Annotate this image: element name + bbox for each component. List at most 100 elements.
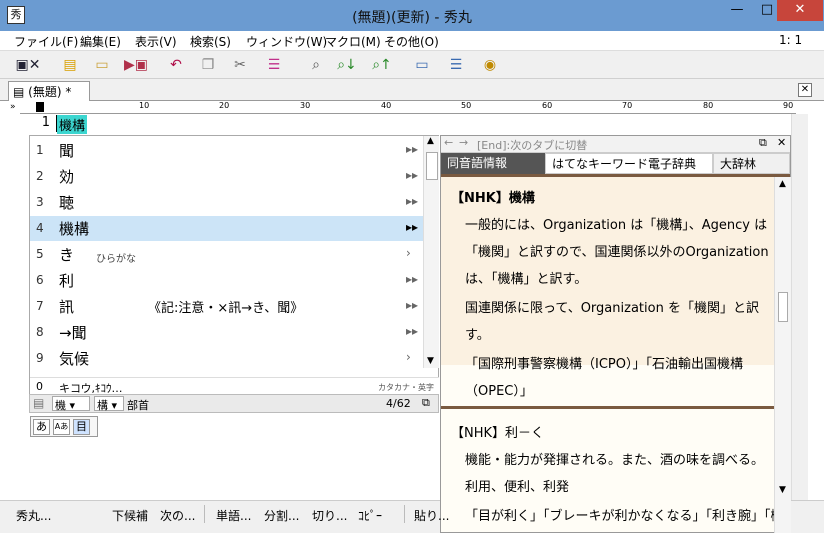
- entry-text-line: 「国際刑事警察機構（ICPO）」「石油輸出国機構: [465, 357, 743, 372]
- candidate-scroll-thumb[interactable]: [426, 152, 438, 180]
- candidate-row[interactable]: 3 聴 ▸▸: [30, 190, 424, 215]
- radical-button[interactable]: 部首: [127, 397, 149, 413]
- menu-window[interactable]: ウィンドウ(W): [246, 33, 327, 50]
- tab-daijirin[interactable]: 大辞林: [713, 153, 790, 174]
- fkey-next-candidate[interactable]: 下候補: [112, 507, 148, 524]
- fkey-hidemaru[interactable]: 秀丸...: [16, 507, 51, 524]
- candidate-row[interactable]: 1 聞 ▸▸: [30, 138, 424, 163]
- candidate-row[interactable]: 8 →聞 ▸▸: [30, 320, 424, 345]
- entry-text-line: 機能・能力が発揮される。また、酒の味を調べる。: [465, 453, 765, 468]
- expand-arrow-icon[interactable]: ▸▸: [406, 194, 418, 208]
- menu-search[interactable]: 検索(S): [190, 33, 231, 50]
- candidate-row[interactable]: 9 気候 ›: [30, 346, 424, 371]
- entry-title: 【NHK】機構: [451, 191, 535, 206]
- kanji-part-1-select[interactable]: 機 ▾: [52, 396, 90, 412]
- candidate-row[interactable]: 7 訊 《記:注意・×訊→き、聞》 ▸▸: [30, 294, 424, 319]
- expand-arrow-icon[interactable]: ▸▸: [406, 220, 418, 234]
- expand-arrow-icon[interactable]: ›: [406, 350, 411, 364]
- expand-arrow-icon[interactable]: ▸▸: [406, 324, 418, 338]
- cut-icon[interactable]: ✂: [230, 55, 250, 75]
- fkey-cut[interactable]: 切り...: [312, 507, 347, 524]
- candidate-row[interactable]: 6 利 ▸▸: [30, 268, 424, 293]
- dictionary-panel: ← → [End]:次のタブに切替 ⧉ ✕ 同音語情報 はてなキーワード電子辞典…: [440, 135, 791, 533]
- expand-arrow-icon[interactable]: ▸▸: [406, 298, 418, 312]
- expand-arrow-icon[interactable]: ▸▸: [406, 272, 418, 286]
- divider: [404, 505, 405, 523]
- panel-scrollbar[interactable]: ▲ ▼: [774, 177, 791, 533]
- undo-icon[interactable]: ↶: [166, 55, 186, 75]
- menu-file[interactable]: ファイル(F): [14, 33, 78, 50]
- candidate-row-selected[interactable]: 4 機構 ▸▸: [30, 216, 424, 241]
- forward-arrow-icon[interactable]: →: [459, 136, 468, 149]
- window-title: (無題)(更新) - 秀丸: [352, 10, 472, 26]
- entry-text-line: （OPEC）」: [465, 384, 533, 399]
- menu-macro[interactable]: マクロ(M): [325, 33, 381, 50]
- scroll-down-icon[interactable]: ▼: [427, 356, 434, 366]
- search-icon[interactable]: ⌕: [306, 55, 326, 75]
- resize-grip[interactable]: [791, 500, 824, 533]
- divider: [204, 505, 205, 523]
- paste-icon[interactable]: ☰: [264, 55, 284, 75]
- replace-icon[interactable]: ▭: [412, 55, 432, 75]
- resize-icon[interactable]: ⧉: [422, 396, 430, 410]
- candidate-text: →聞: [59, 324, 87, 342]
- scroll-down-icon[interactable]: ▼: [779, 485, 786, 495]
- ruler-label: 70: [622, 101, 633, 110]
- fkey-split[interactable]: 分割...: [264, 507, 299, 524]
- candidate-scrollbar[interactable]: ▲ ▼: [423, 136, 439, 368]
- search-down-icon[interactable]: ⌕↓: [337, 55, 357, 75]
- alpha-kana-mode-button[interactable]: Aあ: [53, 419, 70, 435]
- save-icon[interactable]: ▶▣: [124, 55, 148, 75]
- menu-edit[interactable]: 編集(E): [80, 33, 121, 50]
- panel-scroll-thumb[interactable]: [778, 292, 788, 322]
- candidate-text: 機構: [59, 220, 90, 238]
- list-mode-button[interactable]: 目: [73, 419, 90, 435]
- panel-close-icon[interactable]: ✕: [777, 136, 786, 149]
- tab-homophone-info[interactable]: 同音語情報: [441, 153, 545, 174]
- cursor-position: 1: 1: [779, 33, 803, 47]
- editor-scrollbar[interactable]: [791, 114, 808, 502]
- candidate-number: 0: [36, 380, 43, 393]
- candidate-text: 利: [59, 272, 75, 290]
- ruler-label: 80: [703, 101, 714, 110]
- candidate-text: 聞: [59, 142, 75, 160]
- hiragana-mode-button[interactable]: あ: [33, 419, 50, 435]
- close-button[interactable]: ✕: [777, 0, 823, 21]
- tab-hatena-keyword[interactable]: はてなキーワード電子辞典: [545, 153, 713, 174]
- scroll-up-icon[interactable]: ▲: [427, 136, 434, 146]
- minimize-button[interactable]: —: [722, 0, 752, 21]
- candidate-number: 2: [36, 169, 44, 183]
- fkey-copy[interactable]: ｺﾋﾟｰ: [358, 507, 382, 524]
- candidate-text: 訊: [59, 298, 75, 316]
- search-up-icon[interactable]: ⌕↑: [372, 55, 392, 75]
- hidemaru-window: 秀 (無題)(更新) - 秀丸 — □ ✕ ファイル(F) 編集(E) 表示(V…: [0, 0, 824, 533]
- fkey-paste[interactable]: 貼り...: [414, 507, 449, 524]
- expand-arrow-icon[interactable]: ▸▸: [406, 168, 418, 182]
- kanji-part-2-select[interactable]: 構 ▾: [94, 396, 124, 412]
- menu-other[interactable]: その他(O): [384, 33, 439, 50]
- help-icon[interactable]: ◉: [480, 55, 500, 75]
- candidate-row[interactable]: 2 効 ▸▸: [30, 164, 424, 189]
- document-tab[interactable]: ▤ (無題) *: [8, 81, 90, 101]
- scroll-up-icon[interactable]: ▲: [779, 179, 786, 189]
- back-arrow-icon[interactable]: ←: [444, 136, 453, 149]
- entry-title: 【NHK】利－く: [451, 426, 545, 441]
- fkey-word[interactable]: 単語...: [216, 507, 251, 524]
- selected-text[interactable]: 機構: [57, 115, 88, 134]
- title-bar[interactable]: 秀 (無題)(更新) - 秀丸 — □ ✕: [0, 0, 824, 31]
- open-folder-icon[interactable]: ▭: [92, 55, 112, 75]
- save-close-icon[interactable]: ▣✕: [14, 55, 42, 75]
- expand-arrow-icon[interactable]: ›: [406, 246, 411, 260]
- candidate-row[interactable]: 5 き ひらがな ›: [30, 242, 424, 267]
- panel-float-icon[interactable]: ⧉: [759, 136, 767, 150]
- expand-arrow-icon[interactable]: ▸▸: [406, 142, 418, 156]
- menu-view[interactable]: 表示(V): [135, 33, 177, 50]
- chevron-down-icon: ▾: [111, 399, 118, 412]
- entry-divider: [441, 406, 774, 409]
- copy-icon[interactable]: ❐: [198, 55, 218, 75]
- tab-close-button[interactable]: ✕: [798, 83, 812, 97]
- candidate-row-zero[interactable]: 0 キコウ,ｷｺｳ… カタカナ・英字: [30, 377, 439, 395]
- split-window-icon[interactable]: ☰: [446, 55, 466, 75]
- new-file-icon[interactable]: ▤: [60, 55, 80, 75]
- fkey-next[interactable]: 次の...: [160, 507, 195, 524]
